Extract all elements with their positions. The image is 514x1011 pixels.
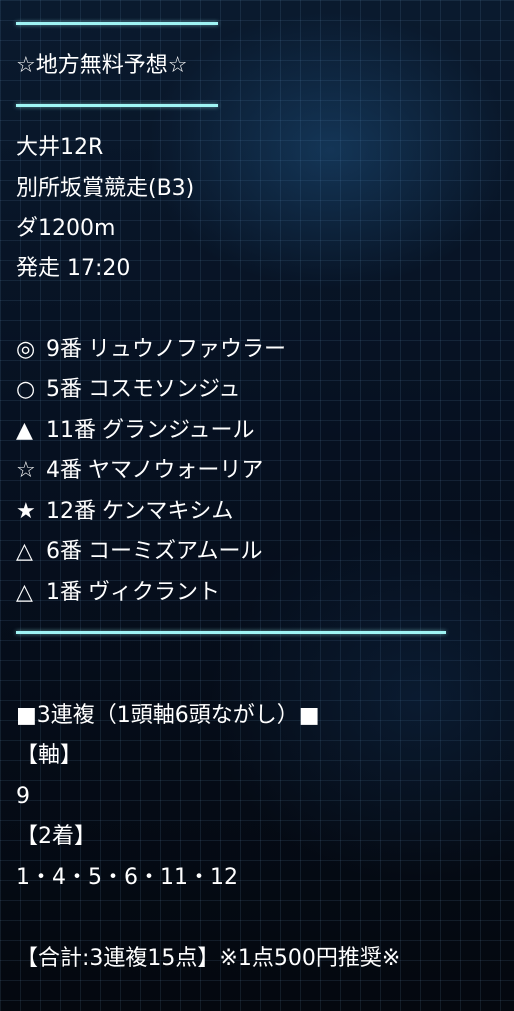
header-top-rule [16,22,218,25]
pick-number: 5番 [46,377,82,402]
pick-horse: グランジュール [102,418,255,443]
pick-row: ○ 5番 コスモソンジュ [16,376,240,404]
pick-number: 9番 [46,337,82,362]
bet-summary: 【合計:3連複15点】※1点500円推奨※ [16,946,401,971]
pick-mark: △ [16,539,33,564]
pick-horse: ヤマノウォーリア [88,458,264,483]
bet-heading: ■3連複（1頭軸6頭ながし）■ [16,703,320,728]
pick-row: ☆ 4番 ヤマノウォーリア [16,457,263,485]
pick-row: ◎ 9番 リュウノファウラー [16,336,286,364]
race-course: ダ1200m [16,216,116,241]
bet-second-label: 【2着】 [16,824,96,849]
pick-number: 1番 [46,580,82,605]
pick-mark: △ [16,580,33,605]
pick-horse: ケンマキシム [102,499,234,524]
pick-number: 12番 [46,499,96,524]
pick-mark: ◎ [16,337,36,362]
bet-second-value: 1・4・5・6・11・12 [16,865,238,890]
pick-row: △ 1番 ヴィクラント [16,579,220,607]
pick-row: ★ 12番 ケンマキシム [16,498,233,526]
pick-number: 6番 [46,539,82,564]
pick-row: ▲ 11番 グランジュール [16,417,254,445]
pick-horse: リュウノファウラー [88,337,287,362]
race-start-time: 発走 17:20 [16,256,131,281]
pick-mark: ★ [16,499,36,524]
page: { "header": { "title": "☆地方無料予想☆" }, "ra… [0,0,514,1011]
pick-horse: コーミズアムール [88,539,263,564]
pick-number: 4番 [46,458,82,483]
pick-row: △ 6番 コーミズアムール [16,538,262,566]
race-name: 別所坂賞競走(B3) [16,176,195,201]
bet-axis-label: 【軸】 [16,743,83,768]
pick-mark: ○ [16,377,36,402]
race-venue-round: 大井12R [16,135,104,160]
pick-horse: コスモソンジュ [88,377,241,402]
picks-bottom-rule [16,631,446,634]
bet-axis-value: 9 [16,784,30,809]
pick-horse: ヴィクラント [88,580,221,605]
pick-mark: ▲ [16,418,33,443]
header-bottom-rule [16,104,218,107]
page-title: ☆地方無料予想☆ [16,53,188,78]
pick-mark: ☆ [16,458,36,483]
pick-number: 11番 [46,418,96,443]
